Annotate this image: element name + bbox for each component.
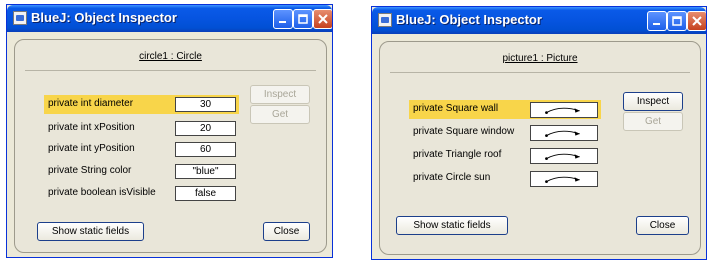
field-value: 30 [175, 97, 236, 112]
field-label: private String color [48, 165, 132, 176]
inspect-button[interactable]: Inspect [623, 92, 683, 111]
title-bar[interactable]: BlueJ: Object Inspector [7, 5, 332, 32]
field-value: 20 [175, 121, 236, 136]
bluej-app-icon [378, 13, 392, 27]
close-window-button[interactable] [687, 11, 706, 31]
show-static-fields-button[interactable]: Show static fields [37, 222, 144, 241]
field-value: false [175, 186, 236, 201]
maximize-button[interactable] [667, 11, 687, 31]
field-row[interactable]: private Square window [409, 123, 601, 142]
field-row[interactable]: private Circle sun [409, 169, 601, 188]
show-static-fields-button[interactable]: Show static fields [396, 216, 508, 235]
object-reference-arrow-icon [530, 148, 598, 164]
field-value: 60 [175, 142, 236, 157]
window-title: BlueJ: Object Inspector [396, 12, 542, 27]
close-button[interactable]: Close [636, 216, 689, 235]
minimize-button[interactable] [273, 9, 293, 29]
field-row[interactable]: private Triangle roof [409, 146, 601, 165]
inspect-button[interactable]: Inspect [250, 85, 310, 104]
field-row[interactable]: private int diameter 30 [44, 95, 239, 114]
field-label: private Square window [413, 126, 515, 137]
maximize-button[interactable] [293, 9, 313, 29]
field-row[interactable]: private Square wall [409, 100, 601, 119]
get-button[interactable]: Get [250, 105, 310, 124]
field-label: private Triangle roof [413, 149, 502, 160]
field-value: "blue" [175, 164, 236, 179]
field-label: private int xPosition [48, 122, 135, 133]
field-row[interactable]: private int xPosition 20 [44, 119, 239, 138]
divider [390, 72, 690, 73]
inspector-panel: circle1 : Circle private int diameter 30… [14, 39, 327, 253]
inspector-panel: picture1 : Picture private Square wall p… [379, 41, 701, 255]
title-bar[interactable]: BlueJ: Object Inspector [372, 7, 706, 34]
field-label: private boolean isVisible [48, 187, 156, 198]
object-name: circle1 : Circle [139, 51, 202, 62]
close-window-button[interactable] [313, 9, 332, 29]
field-row[interactable]: private int yPosition 60 [44, 140, 239, 159]
object-reference-arrow-icon [530, 102, 598, 118]
field-row[interactable]: private boolean isVisible false [44, 184, 239, 203]
bluej-app-icon [13, 11, 27, 25]
field-label: private int yPosition [48, 143, 135, 154]
divider [25, 70, 316, 71]
window-title: BlueJ: Object Inspector [31, 10, 177, 25]
object-inspector-window-picture: BlueJ: Object Inspector picture1 : Pictu… [371, 6, 707, 260]
field-label: private int diameter [48, 98, 134, 109]
object-inspector-window-circle: BlueJ: Object Inspector circle1 : Circle… [6, 4, 333, 258]
field-label: private Square wall [413, 103, 499, 114]
field-row[interactable]: private String color "blue" [44, 162, 239, 181]
close-button[interactable]: Close [263, 222, 310, 241]
minimize-button[interactable] [647, 11, 667, 31]
get-button[interactable]: Get [623, 112, 683, 131]
field-label: private Circle sun [413, 172, 491, 183]
object-reference-arrow-icon [530, 125, 598, 141]
object-name: picture1 : Picture [502, 53, 578, 64]
object-reference-arrow-icon [530, 171, 598, 187]
